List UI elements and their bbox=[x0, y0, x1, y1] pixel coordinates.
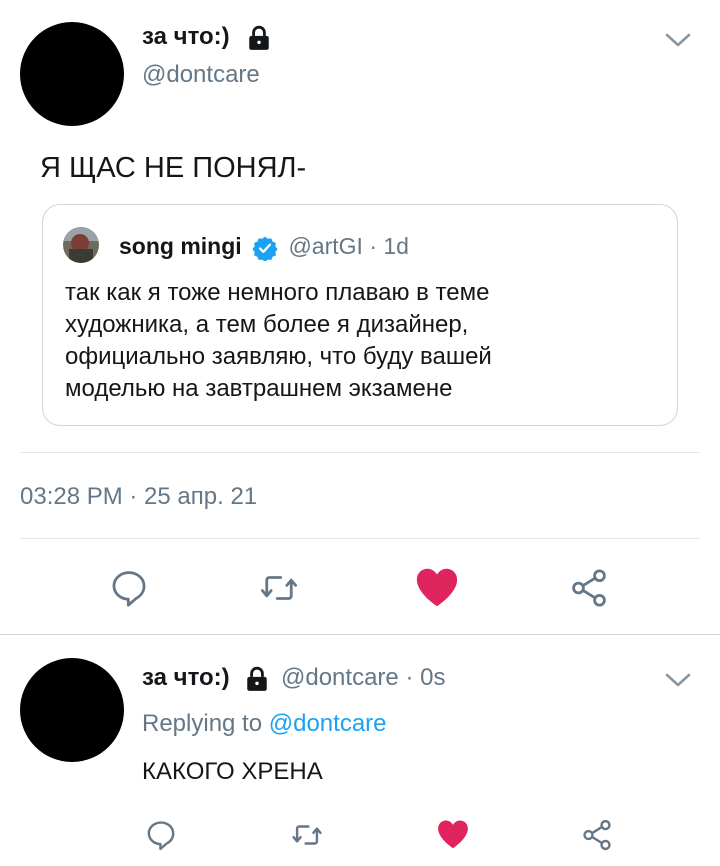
share-icon[interactable] bbox=[580, 818, 614, 852]
quoted-text-line: так как я тоже немного плаваю в теме bbox=[65, 279, 490, 306]
quoted-display-name: song mingi bbox=[119, 233, 242, 259]
reply-display-name[interactable]: за что:) bbox=[142, 664, 230, 691]
author-display-name[interactable]: за что:) bbox=[142, 23, 230, 50]
tweet-text: Я ЩАС НЕ ПОНЯЛ- bbox=[40, 152, 307, 184]
section-divider bbox=[0, 634, 720, 635]
quoted-author-avatar bbox=[63, 227, 99, 263]
replying-to-label: Replying to bbox=[142, 710, 263, 737]
author-avatar[interactable] bbox=[20, 22, 124, 126]
lock-icon bbox=[244, 666, 270, 692]
author-name-row: за что:) bbox=[142, 22, 272, 52]
heart-icon[interactable] bbox=[414, 565, 460, 609]
quoted-handle: @artGI bbox=[288, 233, 363, 259]
tweet-timestamp[interactable]: 03:28 PM · 25 апр. 21 bbox=[20, 482, 257, 512]
quoted-text: так как я тоже немного плаваю в теме худ… bbox=[65, 277, 665, 405]
quoted-text-line: художника, а тем более я дизайнер, bbox=[65, 311, 469, 338]
reply-age: · 0s bbox=[405, 664, 446, 691]
quoted-author-row: song mingi @artGI · 1d bbox=[119, 231, 409, 261]
retweet-icon[interactable] bbox=[290, 818, 324, 852]
replying-to-line: Replying to @dontcare bbox=[142, 708, 387, 740]
share-icon[interactable] bbox=[568, 567, 610, 609]
chevron-down-icon[interactable] bbox=[664, 30, 692, 50]
verified-badge-icon bbox=[252, 235, 278, 261]
author-handle[interactable]: @dontcare bbox=[142, 60, 260, 90]
quoted-age: · 1d bbox=[369, 233, 409, 259]
lock-icon bbox=[246, 25, 272, 51]
reply-author-avatar[interactable] bbox=[20, 658, 124, 762]
chevron-down-icon[interactable] bbox=[664, 670, 692, 690]
divider bbox=[20, 538, 700, 539]
reply-bubble-icon[interactable] bbox=[144, 818, 178, 852]
retweet-icon[interactable] bbox=[258, 567, 300, 609]
reply-handle[interactable]: @dontcare bbox=[281, 664, 399, 691]
replying-to-link[interactable]: @dontcare bbox=[269, 710, 387, 737]
quoted-tweet-card[interactable]: song mingi @artGI · 1d так как я тоже не… bbox=[42, 204, 678, 426]
heart-icon[interactable] bbox=[436, 818, 470, 850]
divider bbox=[20, 452, 700, 453]
quoted-text-line: моделью на завтрашнем экзамене bbox=[65, 375, 453, 402]
quoted-text-line: официально заявляю, что буду вашей bbox=[65, 343, 492, 370]
reply-author-row: за что:) @dontcare · 0s bbox=[142, 662, 445, 694]
reply-bubble-icon[interactable] bbox=[108, 567, 150, 609]
reply-text: КАКОГО ХРЕНА bbox=[142, 758, 323, 785]
